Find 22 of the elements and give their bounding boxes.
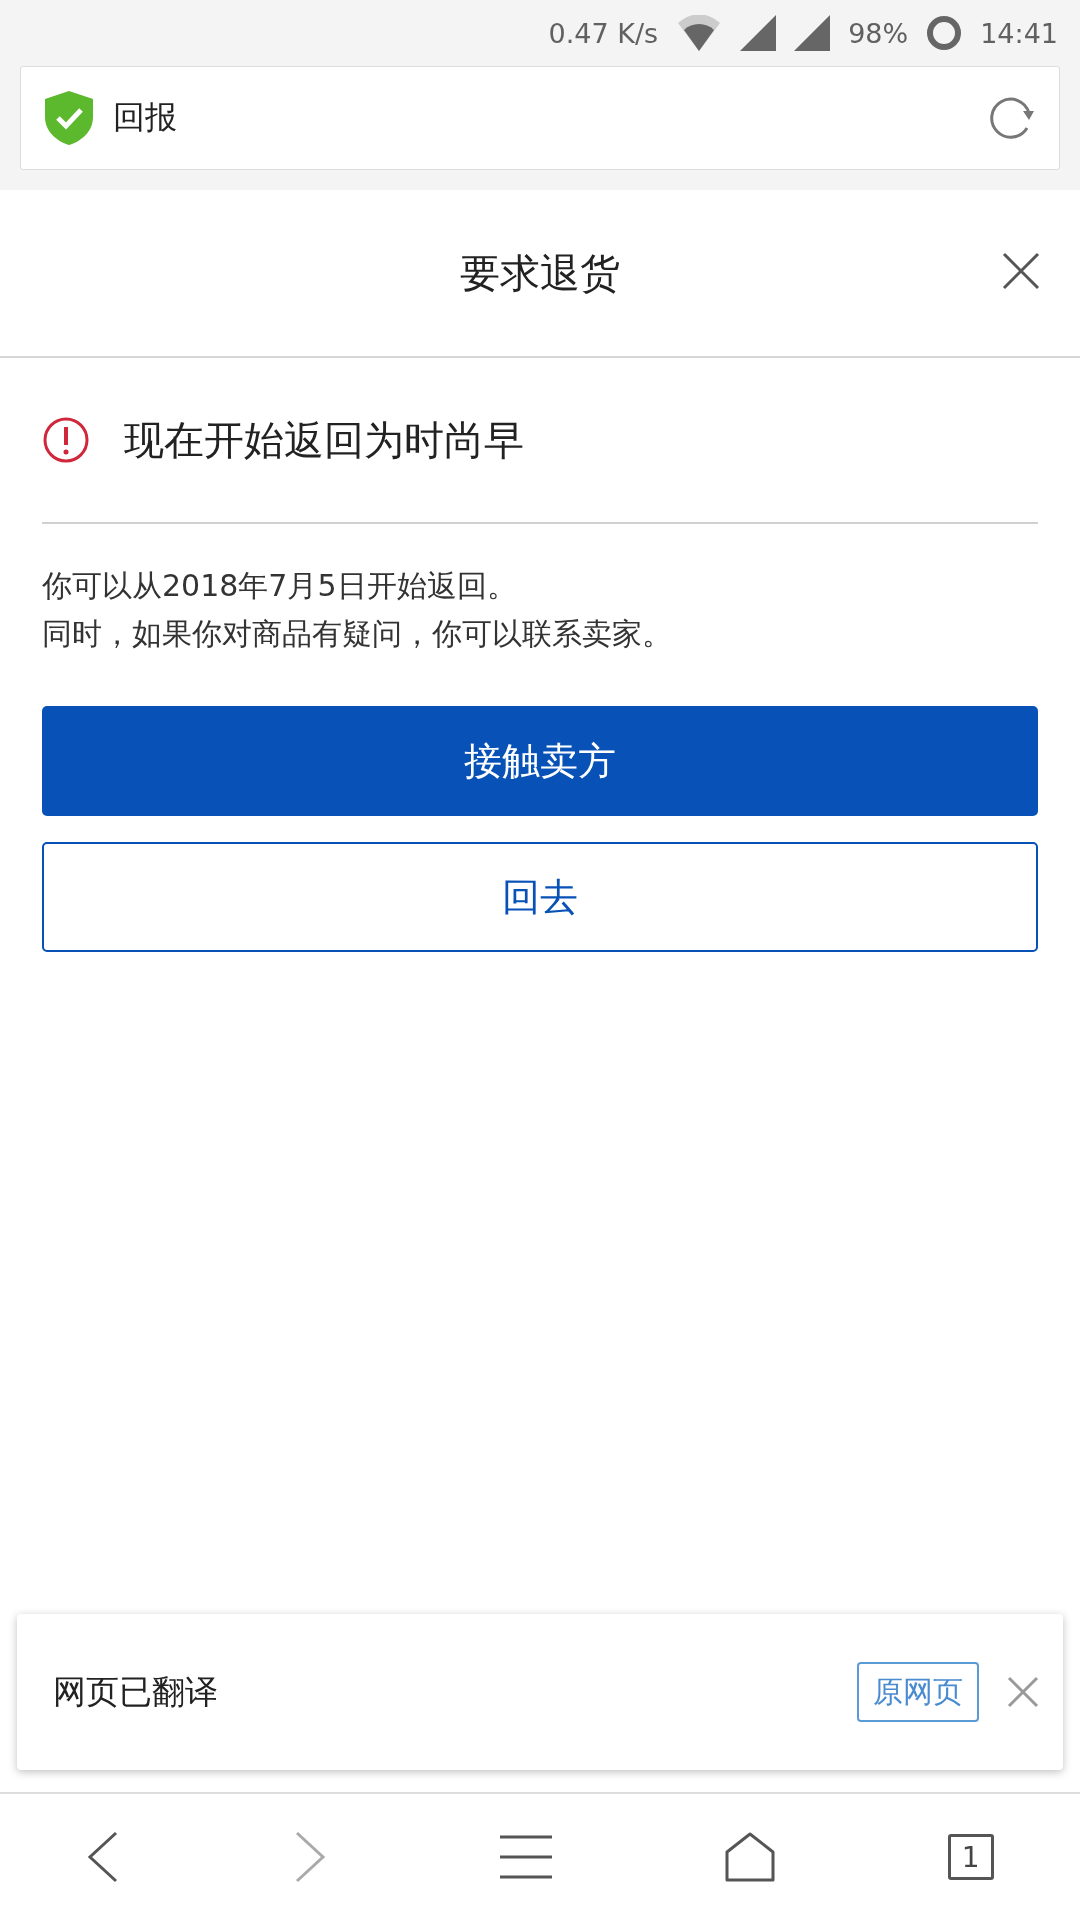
refresh-button[interactable] <box>987 95 1035 141</box>
banner-message: 网页已翻译 <box>53 1670 219 1713</box>
battery-ring-icon <box>926 15 963 51</box>
signal-icon <box>794 15 831 51</box>
menu-icon[interactable] <box>500 1835 552 1879</box>
page-title: 回报 <box>113 97 178 138</box>
dialog-title: 要求退货 <box>460 248 620 298</box>
back-button[interactable]: 回去 <box>42 842 1038 952</box>
signal-icon <box>740 15 777 51</box>
wifi-icon <box>676 15 723 51</box>
info-text: 同时，如果你对商品有疑问，你可以联系卖家。 <box>42 615 673 653</box>
info-text: 你可以从2018年7月5日开始返回。 <box>42 567 518 605</box>
alert-message: 现在开始返回为时尚早 <box>124 415 524 465</box>
alert-icon <box>42 416 90 464</box>
battery-level: 98% <box>848 17 909 49</box>
original-page-button[interactable]: 原网页 <box>857 1662 979 1722</box>
contact-seller-button[interactable]: 接触卖方 <box>42 706 1038 816</box>
network-speed: 0.47 K/s <box>548 17 659 49</box>
shield-check-icon <box>45 91 93 145</box>
home-icon[interactable] <box>724 1832 775 1882</box>
tabs-button[interactable]: 1 <box>947 1834 994 1880</box>
clock: 14:41 <box>980 17 1058 49</box>
